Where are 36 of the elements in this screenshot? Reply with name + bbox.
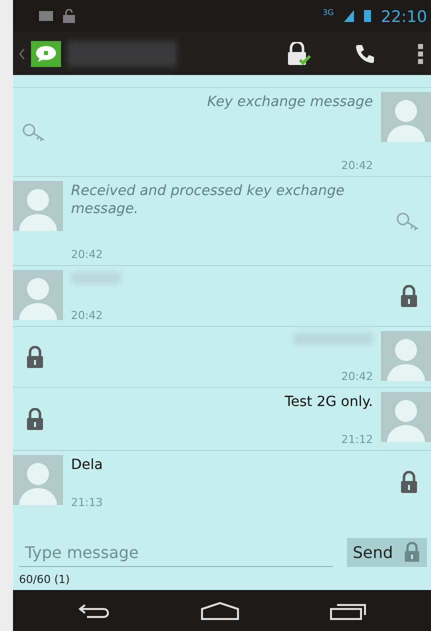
send-button[interactable]: Send — [346, 538, 427, 567]
unlocked-padlock-icon — [63, 9, 75, 23]
lock-icon — [25, 408, 45, 430]
lock-icon — [403, 542, 421, 563]
back-icon[interactable] — [77, 602, 112, 620]
message-time: 21:13 — [71, 496, 103, 509]
message-input[interactable]: Type message — [19, 538, 333, 567]
home-icon[interactable] — [200, 600, 240, 620]
network-type: 3G — [322, 8, 334, 17]
message-time: 21:12 — [341, 433, 373, 446]
message-text: Test 2G only. — [284, 394, 373, 412]
message-time: 20:42 — [71, 248, 103, 261]
message-text: Received and processed key exchange message. — [71, 183, 346, 218]
lock-icon — [399, 284, 419, 308]
lock-icon — [399, 470, 419, 494]
lock-icon — [25, 346, 45, 368]
verified-lock-icon[interactable] — [286, 42, 312, 66]
app-icon[interactable] — [31, 40, 61, 66]
message-text: Dela — [71, 457, 103, 474]
overflow-menu-icon[interactable] — [418, 44, 423, 64]
battery-icon — [364, 10, 371, 22]
signal-icon — [344, 10, 354, 22]
avatar-icon — [381, 331, 431, 381]
clock-time: 22:10 — [380, 6, 427, 26]
avatar-icon — [13, 455, 63, 505]
avatar-icon — [13, 270, 63, 320]
message-time: 20:42 — [71, 309, 103, 322]
message-text: Key exchange message — [207, 94, 373, 112]
avatar-icon — [13, 181, 63, 231]
avatar-icon — [381, 92, 431, 142]
message-time: 20:42 — [341, 159, 373, 172]
avatar-icon — [381, 392, 431, 442]
character-counter: 60/60 (1) — [19, 573, 71, 586]
back-chevron-icon[interactable] — [19, 48, 25, 60]
phone-icon[interactable] — [354, 42, 376, 64]
message-time: 20:42 — [341, 370, 373, 383]
